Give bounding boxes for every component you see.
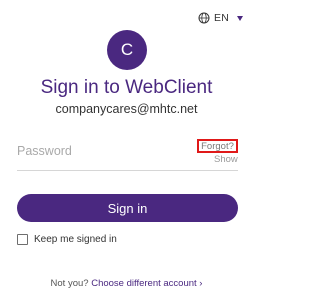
keep-signed-in-label: Keep me signed in: [34, 234, 117, 245]
choose-different-account-label: Choose different account: [91, 278, 197, 289]
choose-different-account-link[interactable]: Choose different account ›: [91, 278, 202, 289]
sign-in-button[interactable]: Sign in: [17, 194, 238, 222]
keep-signed-in-checkbox[interactable]: Keep me signed in: [17, 234, 117, 245]
language-selector[interactable]: EN: [198, 11, 243, 25]
globe-icon: [198, 12, 210, 24]
chevron-down-icon: [237, 16, 243, 21]
avatar-initial: C: [120, 40, 134, 59]
password-input[interactable]: [17, 139, 177, 163]
page-title: Sign in to WebClient: [40, 77, 213, 98]
avatar: C: [107, 30, 147, 70]
not-you-text: Not you?: [50, 278, 89, 289]
sign-in-card: EN C Sign in to WebClient companycares@m…: [0, 0, 253, 300]
chevron-right-icon: ›: [199, 278, 203, 289]
language-code: EN: [214, 12, 229, 24]
footer: Not you? Choose different account ›: [0, 278, 253, 289]
checkbox-box[interactable]: [17, 234, 28, 245]
forgot-password-link[interactable]: Forgot?: [197, 139, 238, 153]
account-email: companycares@mhtc.net: [55, 102, 198, 116]
show-password-toggle[interactable]: Show: [214, 154, 238, 165]
